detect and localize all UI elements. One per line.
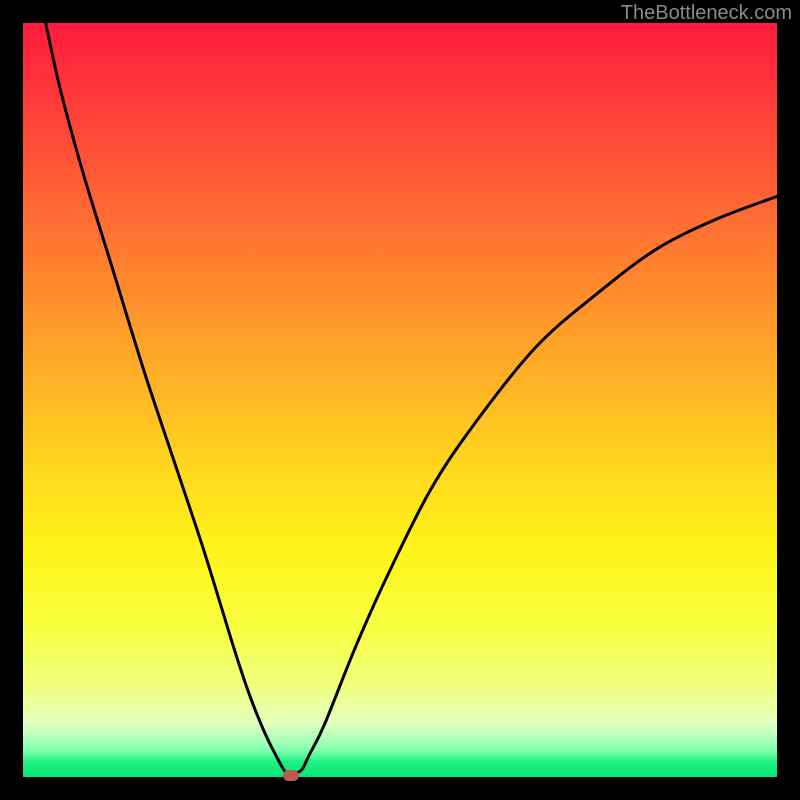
bottleneck-curve [23, 23, 777, 777]
chart-frame: TheBottleneck.com [0, 0, 800, 800]
optimal-point-marker [283, 770, 299, 781]
watermark-text: TheBottleneck.com [621, 2, 792, 25]
